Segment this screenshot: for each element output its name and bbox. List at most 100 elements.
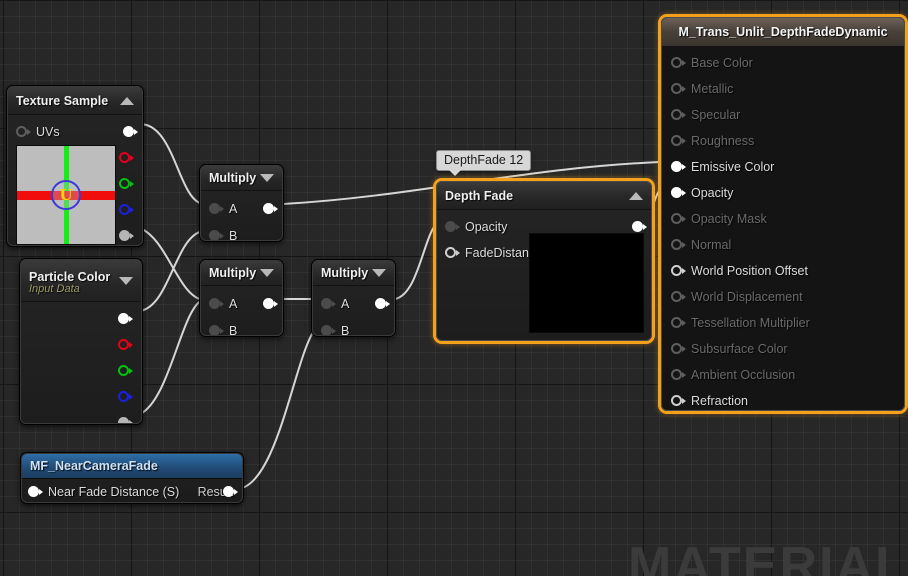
node-body: A B [201, 286, 282, 335]
input-pin-specular[interactable] [671, 109, 686, 121]
chevron-down-icon[interactable] [260, 174, 274, 182]
pin-label-metallic: Metallic [691, 82, 734, 96]
node-header[interactable]: MF_NearCameraFade [22, 454, 242, 479]
output-pin-b[interactable] [118, 391, 133, 403]
input-pin-ambient-occlusion[interactable] [671, 369, 686, 381]
input-pin-uvs[interactable] [16, 126, 31, 138]
pin-row-uvs[interactable]: UVs [8, 119, 142, 145]
pin-row-emissive-color[interactable]: Emissive Color [662, 154, 904, 180]
chevron-down-icon[interactable] [372, 269, 386, 277]
input-pin-b[interactable] [321, 324, 336, 335]
pin-row-specular[interactable]: Specular [662, 102, 904, 128]
input-pin-subsurface-color[interactable] [671, 343, 686, 355]
node-body [21, 302, 141, 423]
output-pin-result[interactable] [263, 297, 278, 310]
input-pin-metallic[interactable] [671, 83, 686, 95]
output-pin-g[interactable] [119, 178, 134, 190]
node-material-output[interactable]: M_Trans_Unlit_DepthFadeDynamic Base Colo… [658, 14, 908, 414]
pin-row-b[interactable]: B [201, 222, 282, 240]
output-pin-r[interactable] [119, 152, 134, 164]
output-pin-b[interactable] [119, 204, 134, 216]
input-pin-normal[interactable] [671, 239, 686, 251]
output-pin-rgb[interactable] [118, 313, 133, 325]
pin-row-opacity[interactable]: Opacity [662, 180, 904, 206]
pin-row-subsurface-color[interactable]: Subsurface Color [662, 336, 904, 362]
input-pin-tessellation-multiplier[interactable] [671, 317, 686, 329]
node-header[interactable]: Multiply [201, 166, 282, 191]
input-pin-b[interactable] [209, 229, 224, 240]
pin-row-roughness[interactable]: Roughness [662, 128, 904, 154]
output-row-g[interactable] [119, 171, 138, 197]
input-pin-world-position-offset[interactable] [671, 265, 686, 277]
output-pin-result[interactable] [632, 221, 647, 233]
node-multiply-3[interactable]: Multiply A B [311, 259, 396, 337]
input-pin-a[interactable] [209, 202, 224, 215]
output-pin-result[interactable] [375, 297, 390, 310]
node-header[interactable]: Texture Sample [8, 87, 142, 115]
output-pin-g[interactable] [118, 365, 133, 377]
input-pin-emissive-color[interactable] [671, 161, 686, 173]
node-header[interactable]: Multiply [201, 261, 282, 286]
node-header[interactable]: Depth Fade [437, 182, 651, 210]
input-pin-opacity[interactable] [671, 187, 686, 199]
pin-row-a[interactable]: A [201, 290, 282, 317]
output-row-a[interactable] [118, 410, 137, 423]
output-pin-rgb[interactable] [123, 126, 138, 138]
input-pin-a[interactable] [209, 297, 224, 310]
pin-row-opacity-mask[interactable]: Opacity Mask [662, 206, 904, 232]
pin-row-ambient-occlusion[interactable]: Ambient Occlusion [662, 362, 904, 388]
pin-row-normal[interactable]: Normal [662, 232, 904, 258]
pin-row-a[interactable]: A [201, 195, 282, 222]
input-pin-opacity-mask[interactable] [671, 213, 686, 225]
node-multiply-2[interactable]: Multiply A B [199, 259, 284, 337]
tooltip-tail [449, 170, 461, 176]
pin-row-world-displacement[interactable]: World Displacement [662, 284, 904, 310]
output-row-b[interactable] [119, 197, 138, 223]
output-row-g[interactable] [118, 358, 137, 384]
node-depth-fade[interactable]: Depth Fade Opacity FadeDistance [433, 178, 655, 344]
input-pin-roughness[interactable] [671, 135, 686, 147]
pin-row-b[interactable]: B [313, 317, 394, 335]
pin-row-a[interactable]: A [313, 290, 394, 317]
pin-row-nearfadedistance[interactable]: Near Fade Distance (S) Result [22, 479, 242, 502]
input-pin-b[interactable] [209, 324, 224, 335]
output-pin-a[interactable] [118, 417, 133, 423]
node-particle-color[interactable]: Particle Color Input Data [19, 258, 143, 425]
node-body: UVs U [8, 115, 142, 245]
output-row-a[interactable] [119, 223, 138, 245]
output-pin-result[interactable] [263, 202, 278, 215]
node-title: M_Trans_Unlit_DepthFadeDynamic [678, 25, 888, 39]
input-pin-world-displacement[interactable] [671, 291, 686, 303]
pin-row-tessellation-multiplier[interactable]: Tessellation Multiplier [662, 310, 904, 336]
chevron-up-icon[interactable] [629, 191, 643, 200]
output-row-r[interactable] [118, 332, 137, 358]
output-row-b[interactable] [118, 384, 137, 410]
pin-row-base-color[interactable]: Base Color [662, 50, 904, 76]
input-pin-opacity[interactable] [445, 221, 460, 233]
material-graph-canvas[interactable]: MATERIAL Texture Sample UVs U Particle C… [0, 0, 908, 576]
node-header[interactable]: M_Trans_Unlit_DepthFadeDynamic [662, 18, 904, 47]
input-pin-near-fade-distance[interactable] [28, 486, 43, 498]
pin-row-b[interactable]: B [201, 317, 282, 335]
output-row-rgb[interactable] [118, 306, 137, 332]
chevron-down-icon[interactable] [119, 276, 133, 285]
output-pin-a[interactable] [119, 230, 134, 242]
output-pin-result[interactable] [223, 486, 238, 498]
pin-row-metallic[interactable]: Metallic [662, 76, 904, 102]
node-header[interactable]: Particle Color Input Data [21, 260, 141, 302]
output-pin-r[interactable] [118, 339, 133, 351]
pin-row-world-position-offset[interactable]: World Position Offset [662, 258, 904, 284]
node-header[interactable]: Multiply [313, 261, 394, 286]
chevron-down-icon[interactable] [260, 269, 274, 277]
input-pin-a[interactable] [321, 297, 336, 310]
node-multiply-1[interactable]: Multiply A B [199, 164, 284, 242]
node-mf-nearcamerafade[interactable]: MF_NearCameraFade Near Fade Distance (S)… [20, 452, 244, 504]
node-texture-sample[interactable]: Texture Sample UVs U [6, 85, 144, 247]
input-pin-refraction[interactable] [671, 395, 686, 407]
pin-label-tessellation-multiplier: Tessellation Multiplier [691, 316, 810, 330]
pin-row-refraction[interactable]: Refraction [662, 388, 904, 410]
input-pin-base-color[interactable] [671, 57, 686, 69]
chevron-up-icon[interactable] [120, 96, 134, 105]
input-pin-fadedistance[interactable] [445, 247, 460, 259]
output-row-r[interactable] [119, 145, 138, 171]
